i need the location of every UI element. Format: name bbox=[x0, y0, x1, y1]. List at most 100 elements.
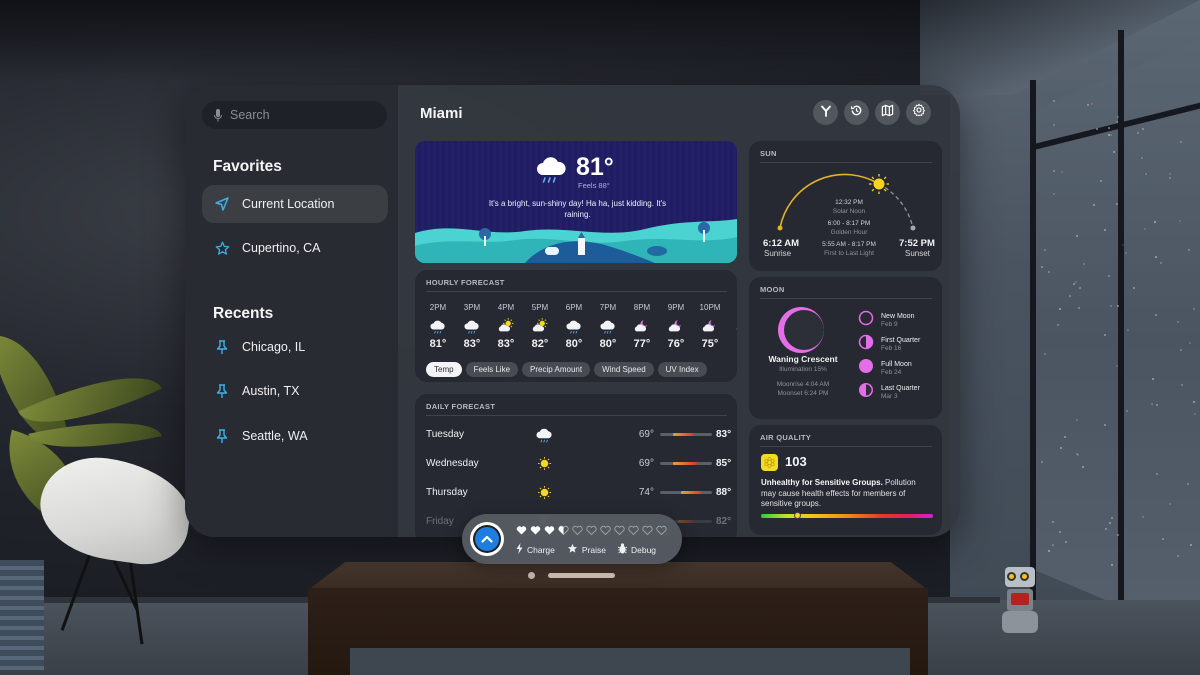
day-low: 69° bbox=[638, 428, 654, 440]
hour-time: 2PM bbox=[429, 303, 447, 312]
search-field[interactable] bbox=[202, 101, 387, 129]
metric-chip-wind-speed[interactable]: Wind Speed bbox=[594, 362, 654, 377]
sidebar-item-cupertino[interactable]: Cupertino, CA bbox=[202, 229, 388, 267]
air-quality-category: Unhealthy for Sensitive Groups. bbox=[761, 478, 883, 487]
daily-row[interactable]: Thursday 74° 88° bbox=[426, 482, 731, 502]
heart-full-icon bbox=[544, 523, 555, 535]
branch-button[interactable] bbox=[813, 100, 838, 125]
temperature-range-fill bbox=[680, 490, 702, 494]
sidebar-item-austin[interactable]: Austin, TX bbox=[202, 372, 388, 410]
partly-cloudy-night-icon bbox=[727, 316, 737, 336]
raindrop bbox=[1048, 270, 1051, 273]
hour-temp: 7 bbox=[727, 338, 737, 350]
hourly-item: 8PM 77° bbox=[625, 303, 659, 350]
hourly-list[interactable]: 2PM 81° 3PM 83° 4PM 83° 5PM 82° 6PM 80° 7PM 80° 8PM 7… bbox=[421, 303, 737, 350]
favorites-heading: Favorites bbox=[213, 158, 282, 175]
moon-phase-item: First Quarter Feb 16 bbox=[858, 334, 920, 355]
rain-icon bbox=[455, 316, 489, 336]
expand-button[interactable] bbox=[470, 522, 504, 556]
raindrop bbox=[1154, 313, 1157, 316]
rain-icon bbox=[534, 426, 554, 443]
history-button[interactable] bbox=[844, 100, 869, 125]
sidebar-item-label: Austin, TX bbox=[242, 384, 300, 398]
praise-label: Praise bbox=[581, 544, 606, 555]
solar-noon-time: 12:32 PM bbox=[835, 199, 863, 206]
raindrop bbox=[1155, 403, 1158, 406]
sidebar-item-label: Cupertino, CA bbox=[242, 241, 321, 255]
sidebar-item-current-location[interactable]: Current Location bbox=[202, 185, 388, 223]
hourly-item: 5PM 82° bbox=[523, 303, 557, 350]
moonrise: Moonrise 4:04 AM bbox=[776, 381, 830, 388]
moon-phase-date: Feb 16 bbox=[881, 345, 902, 352]
raindrop bbox=[1058, 530, 1061, 533]
search-input[interactable] bbox=[230, 108, 370, 122]
sunrise-label: Sunrise bbox=[764, 249, 792, 258]
metric-chip-feels-like[interactable]: Feels Like bbox=[465, 362, 519, 377]
metric-chip-temp[interactable]: Temp bbox=[426, 362, 462, 377]
temperature-range-fill bbox=[673, 461, 698, 465]
hourly-item: 9PM 76° bbox=[659, 303, 693, 350]
daily-row[interactable]: Tuesday 69° 83° bbox=[426, 424, 731, 444]
air-quality-index: 103 bbox=[785, 454, 807, 469]
air-quality-scale-marker bbox=[793, 512, 801, 519]
moon-phase-item: Full Moon Feb 24 bbox=[858, 358, 912, 379]
hour-temp: 75° bbox=[701, 338, 719, 350]
microphone-icon[interactable] bbox=[214, 108, 222, 122]
full-moon-icon bbox=[858, 358, 874, 379]
hour-time: 8PM bbox=[633, 303, 651, 312]
hour-time: 11 bbox=[727, 303, 737, 312]
debug-button[interactable]: Debug bbox=[617, 543, 656, 556]
temperature-range-bar bbox=[660, 432, 712, 436]
history-icon bbox=[850, 104, 863, 122]
sidebar-item-chicago[interactable]: Chicago, IL bbox=[202, 328, 388, 366]
heart-half-icon bbox=[558, 523, 569, 536]
hourly-item: 6PM 80° bbox=[557, 303, 591, 350]
moon-phase-label: New Moon bbox=[881, 313, 915, 320]
day-name: Wednesday bbox=[426, 457, 479, 469]
hour-time: 7PM bbox=[599, 303, 617, 312]
sun-position-icon bbox=[869, 174, 889, 194]
weather-app-window: Favorites Current Location Cupertino, CA… bbox=[185, 85, 960, 537]
hourly-forecast-title: HOURLY FORECAST bbox=[426, 278, 505, 287]
charge-button[interactable]: Charge bbox=[516, 543, 555, 556]
moon-illumination: Illumination 15% bbox=[779, 366, 827, 373]
air-quality-title: AIR QUALITY bbox=[760, 433, 812, 442]
raindrop bbox=[1104, 528, 1107, 531]
raindrop bbox=[1082, 262, 1085, 265]
light-range-time: 5:55 AM - 8:17 PM bbox=[822, 241, 876, 248]
raindrop bbox=[1141, 156, 1144, 159]
heart-empty-icon bbox=[628, 523, 639, 536]
hour-time: 10PM bbox=[699, 303, 721, 312]
raindrop bbox=[1108, 274, 1111, 277]
raindrop bbox=[1064, 540, 1067, 543]
divider bbox=[760, 298, 932, 299]
heart-full-icon bbox=[530, 523, 541, 535]
hourly-item: 11 7 bbox=[727, 303, 737, 350]
partly-sunny-icon bbox=[523, 316, 557, 336]
raindrop bbox=[1052, 123, 1055, 126]
sun-icon bbox=[534, 455, 554, 472]
raindrop bbox=[1074, 281, 1077, 284]
map-button[interactable] bbox=[875, 100, 900, 125]
settings-button[interactable] bbox=[906, 100, 931, 125]
hour-temp: 80° bbox=[599, 338, 617, 350]
raindrop bbox=[1095, 127, 1098, 130]
metric-chip-uv-index[interactable]: UV Index bbox=[657, 362, 707, 377]
temperature-range-fill bbox=[677, 519, 693, 523]
window-close-dot[interactable] bbox=[528, 572, 535, 579]
raindrop bbox=[1116, 115, 1119, 118]
light-range-label: First to Last Light bbox=[824, 250, 874, 257]
daily-forecast-title: DAILY FORECAST bbox=[426, 402, 496, 411]
sidebar-item-label: Current Location bbox=[242, 197, 335, 211]
raindrop bbox=[1076, 452, 1079, 455]
sidebar-item-seattle[interactable]: Seattle, WA bbox=[202, 417, 388, 455]
daily-row[interactable]: Wednesday 69° 85° bbox=[426, 453, 731, 473]
moon-title: MOON bbox=[760, 285, 785, 294]
hourly-item: 4PM 83° bbox=[489, 303, 523, 350]
praise-button[interactable]: Praise bbox=[567, 543, 606, 556]
window-grabber[interactable] bbox=[548, 573, 615, 578]
recents-heading: Recents bbox=[213, 305, 274, 322]
metric-chip-precip-amount[interactable]: Precip Amount bbox=[522, 362, 591, 377]
raindrop bbox=[1078, 286, 1081, 289]
hourly-item: 10PM 75° bbox=[693, 303, 727, 350]
